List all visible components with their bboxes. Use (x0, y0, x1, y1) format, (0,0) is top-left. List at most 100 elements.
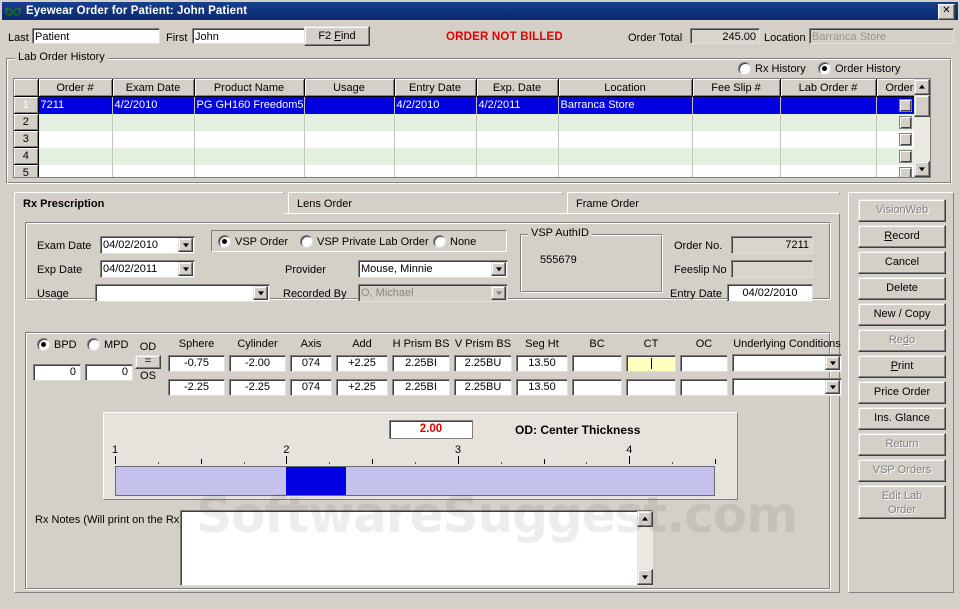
rx-field-oc-od[interactable] (680, 355, 728, 372)
table-cell[interactable] (304, 165, 394, 179)
table-cell[interactable] (780, 131, 876, 148)
grid-scrollbar[interactable] (914, 79, 930, 177)
row-header[interactable]: 1 (14, 97, 38, 114)
table-cell[interactable] (38, 165, 112, 179)
table-cell[interactable]: PG GH160 Freedom5 (194, 97, 304, 114)
table-cell[interactable] (558, 148, 692, 165)
table-cell[interactable] (304, 97, 394, 114)
table-cell[interactable] (476, 114, 558, 131)
table-cell[interactable] (112, 165, 194, 179)
radio-bpd[interactable]: BPD (37, 338, 77, 351)
table-cell[interactable] (304, 148, 394, 165)
table-cell[interactable] (692, 148, 780, 165)
rx-field-bc-od[interactable] (572, 355, 622, 372)
scroll-down-icon[interactable] (914, 161, 930, 177)
row-header[interactable]: 3 (14, 131, 38, 148)
table-cell[interactable]: Barranca Store (558, 97, 692, 114)
table-cell[interactable] (394, 114, 476, 131)
exam-date-combo[interactable]: 04/02/2010 (100, 236, 195, 254)
table-cell[interactable] (558, 131, 692, 148)
notes-scroll-down-icon[interactable] (637, 569, 653, 585)
table-cell[interactable] (194, 148, 304, 165)
table-cell[interactable] (558, 165, 692, 179)
row-header[interactable]: 5 (14, 165, 38, 179)
table-row[interactable]: 172114/2/2010PG GH160 Freedom54/2/20104/… (14, 97, 931, 114)
table-cell[interactable]: 7211 (38, 97, 112, 114)
chevron-down-icon[interactable] (825, 356, 840, 370)
rx-field-cylinder-od[interactable]: -2.00 (229, 355, 286, 372)
first-name-field[interactable]: John (192, 28, 320, 44)
checkbox-icon[interactable] (899, 167, 912, 179)
table-row[interactable]: 2 (14, 114, 931, 131)
rx-field-h_prism-os[interactable]: 2.25BI (392, 379, 450, 396)
table-cell[interactable] (304, 131, 394, 148)
button-delete[interactable]: Delete (858, 277, 946, 300)
table-cell[interactable] (194, 131, 304, 148)
table-cell[interactable] (692, 165, 780, 179)
table-cell[interactable] (780, 165, 876, 179)
rx-field-seg_ht-od[interactable]: 13.50 (516, 355, 568, 372)
table-cell[interactable] (780, 114, 876, 131)
table-cell[interactable] (304, 114, 394, 131)
table-cell[interactable] (112, 148, 194, 165)
button-new-copy[interactable]: New / Copy (858, 303, 946, 326)
table-cell[interactable] (780, 148, 876, 165)
row-header[interactable]: 2 (14, 114, 38, 131)
provider-combo[interactable]: Mouse, Minnie (358, 260, 508, 278)
button-record[interactable]: Record (858, 225, 946, 248)
slider-track[interactable] (115, 466, 715, 496)
radio-order-history[interactable]: Order History (818, 62, 900, 75)
button-price-order[interactable]: Price Order (858, 381, 946, 404)
radio-mpd[interactable]: MPD (87, 338, 128, 351)
table-cell[interactable] (394, 165, 476, 179)
grid-column-header[interactable]: Location (558, 79, 692, 97)
grid-column-header[interactable]: Fee Slip # (692, 79, 780, 97)
table-cell[interactable]: 4/2/2010 (394, 97, 476, 114)
chevron-down-icon[interactable] (491, 262, 506, 276)
center-thickness-value[interactable]: 2.00 (389, 420, 473, 439)
grid-column-header[interactable] (14, 79, 38, 97)
rx-field-add-od[interactable]: +2.25 (336, 355, 388, 372)
table-cell[interactable] (692, 114, 780, 131)
table-cell[interactable] (394, 131, 476, 148)
table-cell[interactable]: 4/2/2011 (476, 97, 558, 114)
grid-column-header[interactable]: Lab Order # (780, 79, 876, 97)
table-cell[interactable] (476, 131, 558, 148)
rx-notes-scrollbar[interactable] (637, 511, 653, 585)
pd-value-right[interactable]: 0 (85, 364, 133, 381)
slider-handle[interactable] (286, 467, 346, 495)
grid-column-header[interactable]: Exam Date (112, 79, 194, 97)
radio-none[interactable]: None (433, 235, 476, 248)
table-cell[interactable] (394, 148, 476, 165)
rx-notes-field[interactable] (180, 510, 653, 586)
link-od-os-button[interactable]: = (135, 355, 161, 369)
button-print[interactable]: Print (858, 355, 946, 378)
rx-field-add-os[interactable]: +2.25 (336, 379, 388, 396)
f2-find-button[interactable]: F2 Find (304, 26, 370, 46)
table-row[interactable]: 4 (14, 148, 931, 165)
chevron-down-icon[interactable] (253, 286, 268, 300)
table-cell[interactable] (476, 165, 558, 179)
table-cell[interactable] (692, 131, 780, 148)
grid-column-header[interactable]: Entry Date (394, 79, 476, 97)
table-cell[interactable] (38, 148, 112, 165)
rx-field-v_prism-od[interactable]: 2.25BU (454, 355, 512, 372)
checkbox-icon[interactable] (899, 116, 912, 129)
rx-field-seg_ht-os[interactable]: 13.50 (516, 379, 568, 396)
table-cell[interactable] (558, 114, 692, 131)
table-cell[interactable] (194, 114, 304, 131)
table-cell[interactable] (692, 97, 780, 114)
radio-vsp-order[interactable]: VSP Order (218, 235, 288, 248)
row-header[interactable]: 4 (14, 148, 38, 165)
grid-column-header[interactable]: Exp. Date (476, 79, 558, 97)
rx-field-ct-od[interactable] (626, 355, 676, 372)
scrollbar-thumb[interactable] (914, 95, 930, 117)
rx-field-h_prism-od[interactable]: 2.25BI (392, 355, 450, 372)
grid-column-header[interactable]: Usage (304, 79, 394, 97)
usage-combo[interactable] (95, 284, 270, 302)
rx-field-sphere-od[interactable]: -0.75 (168, 355, 225, 372)
table-cell[interactable] (194, 165, 304, 179)
table-cell[interactable] (112, 131, 194, 148)
rx-field-axis-os[interactable]: 074 (290, 379, 332, 396)
chevron-down-icon[interactable] (178, 262, 193, 276)
